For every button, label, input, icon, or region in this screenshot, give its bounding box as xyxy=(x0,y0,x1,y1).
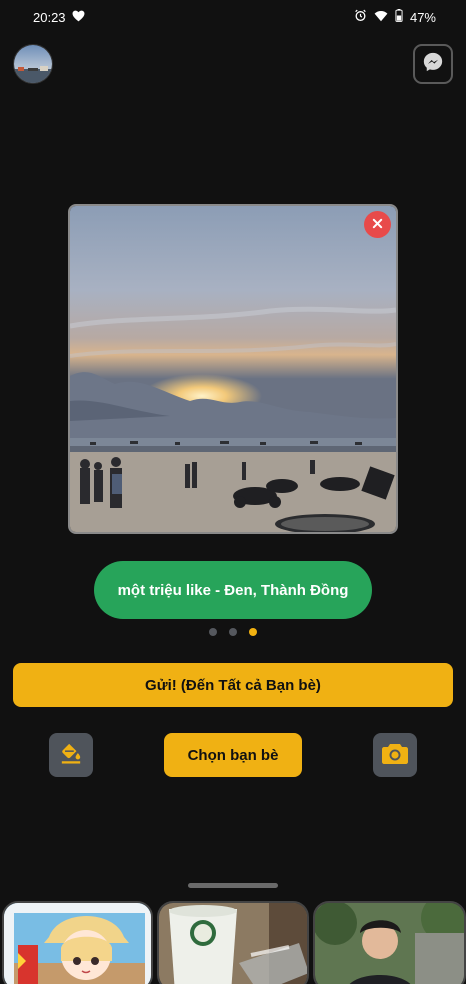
pager-dot-active[interactable] xyxy=(249,628,257,636)
camera-button[interactable] xyxy=(373,733,417,777)
sunset-beach-photo xyxy=(70,206,396,532)
choose-friends-label: Chọn bạn bè xyxy=(187,746,279,764)
messenger-icon xyxy=(422,51,444,78)
close-icon xyxy=(372,216,383,234)
status-right: 47% xyxy=(354,9,436,25)
status-time: 20:23 xyxy=(33,9,66,25)
camera-icon xyxy=(382,742,408,769)
recent-thumbnails xyxy=(0,901,466,984)
status-bar: 20:23 47% xyxy=(0,0,466,34)
pager-dot[interactable] xyxy=(209,628,217,636)
profile-avatar[interactable] xyxy=(13,44,53,84)
thumb-person[interactable] xyxy=(313,901,466,984)
pager-dots xyxy=(0,628,466,636)
bottom-sheet-handle[interactable] xyxy=(188,883,278,888)
alarm-icon xyxy=(354,9,367,25)
status-left: 20:23 xyxy=(33,10,85,25)
send-to-all-button[interactable]: Gửi! (Đến Tất cả Bạn bè) xyxy=(13,663,453,707)
music-label: một triệu like - Đen, Thành Đồng xyxy=(117,581,349,599)
music-selector-button[interactable]: một triệu like - Đen, Thành Đồng xyxy=(94,561,372,619)
send-to-all-label: Gửi! (Đến Tất cả Bạn bè) xyxy=(145,676,321,694)
photo-preview xyxy=(68,204,398,534)
thumb-coffee[interactable] xyxy=(157,901,309,984)
paint-button[interactable] xyxy=(49,733,93,777)
battery-icon xyxy=(395,9,403,25)
choose-friends-button[interactable]: Chọn bạn bè xyxy=(164,733,302,777)
paint-bucket-icon xyxy=(60,742,82,769)
messenger-button[interactable] xyxy=(413,44,453,84)
thumb-drawing[interactable] xyxy=(2,901,153,984)
battery-percent: 47% xyxy=(409,9,436,25)
heart-icon xyxy=(72,10,85,25)
pager-dot[interactable] xyxy=(229,628,237,636)
close-photo-button[interactable] xyxy=(364,211,391,238)
wifi-icon xyxy=(374,10,388,25)
